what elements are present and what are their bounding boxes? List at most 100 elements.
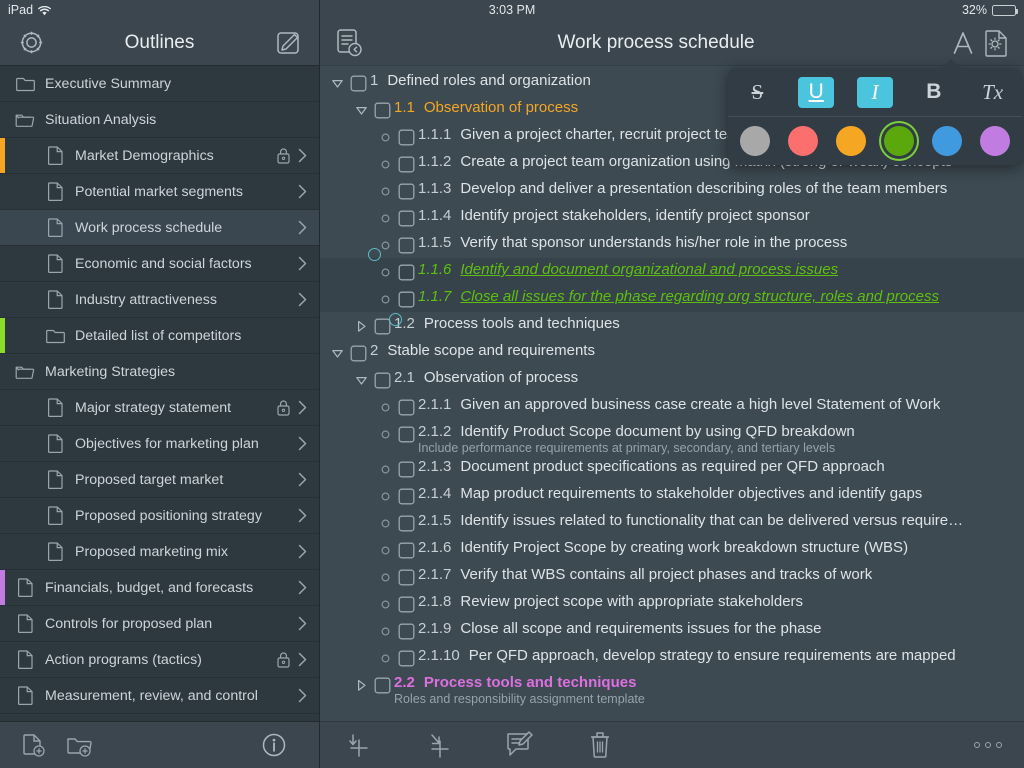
more-options-icon[interactable] (974, 742, 1002, 748)
chevron-right-icon[interactable] (297, 579, 309, 596)
outline-row[interactable]: 1.1.7 Close all issues for the phase rega… (320, 285, 1024, 312)
sidebar-item-work-process-schedule[interactable]: Work process schedule (0, 210, 319, 246)
outline-row[interactable]: 2.1.4 Map product requirements to stakeho… (320, 482, 1024, 509)
info-icon[interactable] (257, 728, 291, 762)
font-format-icon[interactable] (946, 26, 980, 60)
sidebar-item-major-strategy-statement[interactable]: Major strategy statement (0, 390, 319, 426)
row-checkbox[interactable] (394, 288, 418, 308)
outline-row[interactable]: 1.1.6 Identify and document organizationa… (320, 258, 1024, 285)
outline-row[interactable]: 2.1.2 Identify Product Scope document by … (320, 420, 1024, 455)
add-child-row-icon[interactable] (400, 729, 480, 761)
row-checkbox[interactable] (394, 539, 418, 559)
color-swatch-blue[interactable] (932, 126, 962, 156)
chevron-right-icon[interactable] (297, 435, 309, 452)
chevron-right-icon[interactable] (297, 507, 309, 524)
outline-row[interactable]: 2.1 Observation of process (320, 366, 1024, 393)
sidebar-item-market-demographics[interactable]: Market Demographics (0, 138, 319, 174)
gear-icon[interactable] (14, 26, 48, 60)
row-checkbox[interactable] (370, 369, 394, 389)
row-checkbox[interactable] (394, 207, 418, 227)
chevron-right-icon[interactable] (297, 291, 309, 308)
disclosure-triangle-down-icon[interactable] (352, 369, 370, 387)
selection-end-handle[interactable] (389, 313, 402, 326)
outline-row[interactable]: 2.1.7 Verify that WBS contains all projec… (320, 563, 1024, 590)
chevron-right-icon[interactable] (297, 399, 309, 416)
color-swatch-orange[interactable] (836, 126, 866, 156)
sidebar-item-economic-and-social-factors[interactable]: Economic and social factors (0, 246, 319, 282)
row-checkbox[interactable] (394, 153, 418, 173)
row-checkbox[interactable] (394, 593, 418, 613)
outline-row[interactable]: 2.1.8 Review project scope with appropria… (320, 590, 1024, 617)
disclosure-triangle-right-icon[interactable] (352, 674, 370, 692)
color-swatch-red[interactable] (788, 126, 818, 156)
outline-row[interactable]: 1.2 Process tools and techniques (320, 312, 1024, 339)
row-checkbox[interactable] (394, 458, 418, 478)
disclosure-triangle-right-icon[interactable] (352, 315, 370, 333)
format-bold-button[interactable]: B (904, 77, 963, 108)
disclosure-triangle-down-icon[interactable] (328, 342, 346, 360)
outline-row[interactable]: 2 Stable scope and requirements (320, 339, 1024, 366)
format-clear-formatting-button[interactable]: Tx (963, 77, 1022, 108)
disclosure-triangle-down-icon[interactable] (352, 99, 370, 117)
row-checkbox[interactable] (394, 620, 418, 640)
format-strikethrough-button[interactable]: S (728, 77, 787, 108)
sidebar-item-proposed-target-market[interactable]: Proposed target market (0, 462, 319, 498)
sidebar-item-situation-analysis[interactable]: Situation Analysis (0, 102, 319, 138)
sidebar-item-detailed-list-of-competitors[interactable]: Detailed list of competitors (0, 318, 319, 354)
chevron-right-icon[interactable] (297, 471, 309, 488)
outline-row[interactable]: 2.1.5 Identify issues related to function… (320, 509, 1024, 536)
chevron-right-icon[interactable] (297, 219, 309, 236)
sidebar-item-potential-market-segments[interactable]: Potential market segments (0, 174, 319, 210)
new-folder-icon[interactable] (62, 728, 96, 762)
chevron-right-icon[interactable] (297, 183, 309, 200)
document-settings-icon[interactable] (980, 26, 1014, 60)
row-checkbox[interactable] (370, 99, 394, 119)
sidebar-item-measurement-review-and-control[interactable]: Measurement, review, and control (0, 678, 319, 714)
sidebar-item-industry-attractiveness[interactable]: Industry attractiveness (0, 282, 319, 318)
outline-row[interactable]: 2.1.3 Document product specifications as … (320, 455, 1024, 482)
row-checkbox[interactable] (346, 342, 370, 362)
sidebar-item-financials-budget-and-forecasts[interactable]: Financials, budget, and forecasts (0, 570, 319, 606)
color-swatch-purple[interactable] (980, 126, 1010, 156)
outline-row[interactable]: 2.1.6 Identify Project Scope by creating … (320, 536, 1024, 563)
disclosure-triangle-down-icon[interactable] (328, 72, 346, 90)
sidebar-item-marketing-strategies[interactable]: Marketing Strategies (0, 354, 319, 390)
compose-icon[interactable] (271, 26, 305, 60)
sidebar-item-executive-summary[interactable]: Executive Summary (0, 66, 319, 102)
new-document-icon[interactable] (16, 728, 50, 762)
color-swatch-green[interactable] (884, 126, 914, 156)
row-checkbox[interactable] (346, 72, 370, 92)
trash-icon[interactable] (560, 729, 640, 761)
row-checkbox[interactable] (394, 180, 418, 200)
add-sibling-row-icon[interactable] (320, 729, 400, 761)
color-swatch-gray[interactable] (740, 126, 770, 156)
outline-row[interactable]: 1.1.4 Identify project stakeholders, iden… (320, 204, 1024, 231)
row-checkbox[interactable] (394, 234, 418, 254)
chevron-right-icon[interactable] (297, 147, 309, 164)
outline-row[interactable]: 2.1.1 Given an approved business case cre… (320, 393, 1024, 420)
row-checkbox[interactable] (394, 566, 418, 586)
row-checkbox[interactable] (394, 485, 418, 505)
outline-row[interactable]: 1.1.3 Develop and deliver a presentation … (320, 177, 1024, 204)
sidebar-item-proposed-positioning-strategy[interactable]: Proposed positioning strategy (0, 498, 319, 534)
sidebar-item-controls-for-proposed-plan[interactable]: Controls for proposed plan (0, 606, 319, 642)
outline-row[interactable]: 2.1.9 Close all scope and requirements is… (320, 617, 1024, 644)
row-checkbox[interactable] (394, 647, 418, 667)
sidebar-item-proposed-marketing-mix[interactable]: Proposed marketing mix (0, 534, 319, 570)
format-italic-button[interactable]: I (846, 76, 905, 108)
sidebar-item-action-programs-tactics[interactable]: Action programs (tactics) (0, 642, 319, 678)
outline-row[interactable]: 2.2 Process tools and techniques Roles and… (320, 671, 1024, 706)
chevron-right-icon[interactable] (297, 543, 309, 560)
chevron-right-icon[interactable] (297, 615, 309, 632)
row-checkbox[interactable] (394, 512, 418, 532)
outline-row[interactable]: 2.1.10 Per QFD approach, develop strategy… (320, 644, 1024, 671)
row-checkbox[interactable] (394, 396, 418, 416)
sidebar-item-objectives-for-marketing-plan[interactable]: Objectives for marketing plan (0, 426, 319, 462)
document-back-icon[interactable] (332, 26, 366, 60)
format-underline-button[interactable]: U (787, 76, 846, 108)
row-checkbox[interactable] (394, 126, 418, 146)
edit-note-icon[interactable] (480, 730, 560, 760)
selection-start-handle[interactable] (368, 248, 381, 261)
row-checkbox[interactable] (394, 261, 418, 281)
row-checkbox[interactable] (370, 674, 394, 694)
